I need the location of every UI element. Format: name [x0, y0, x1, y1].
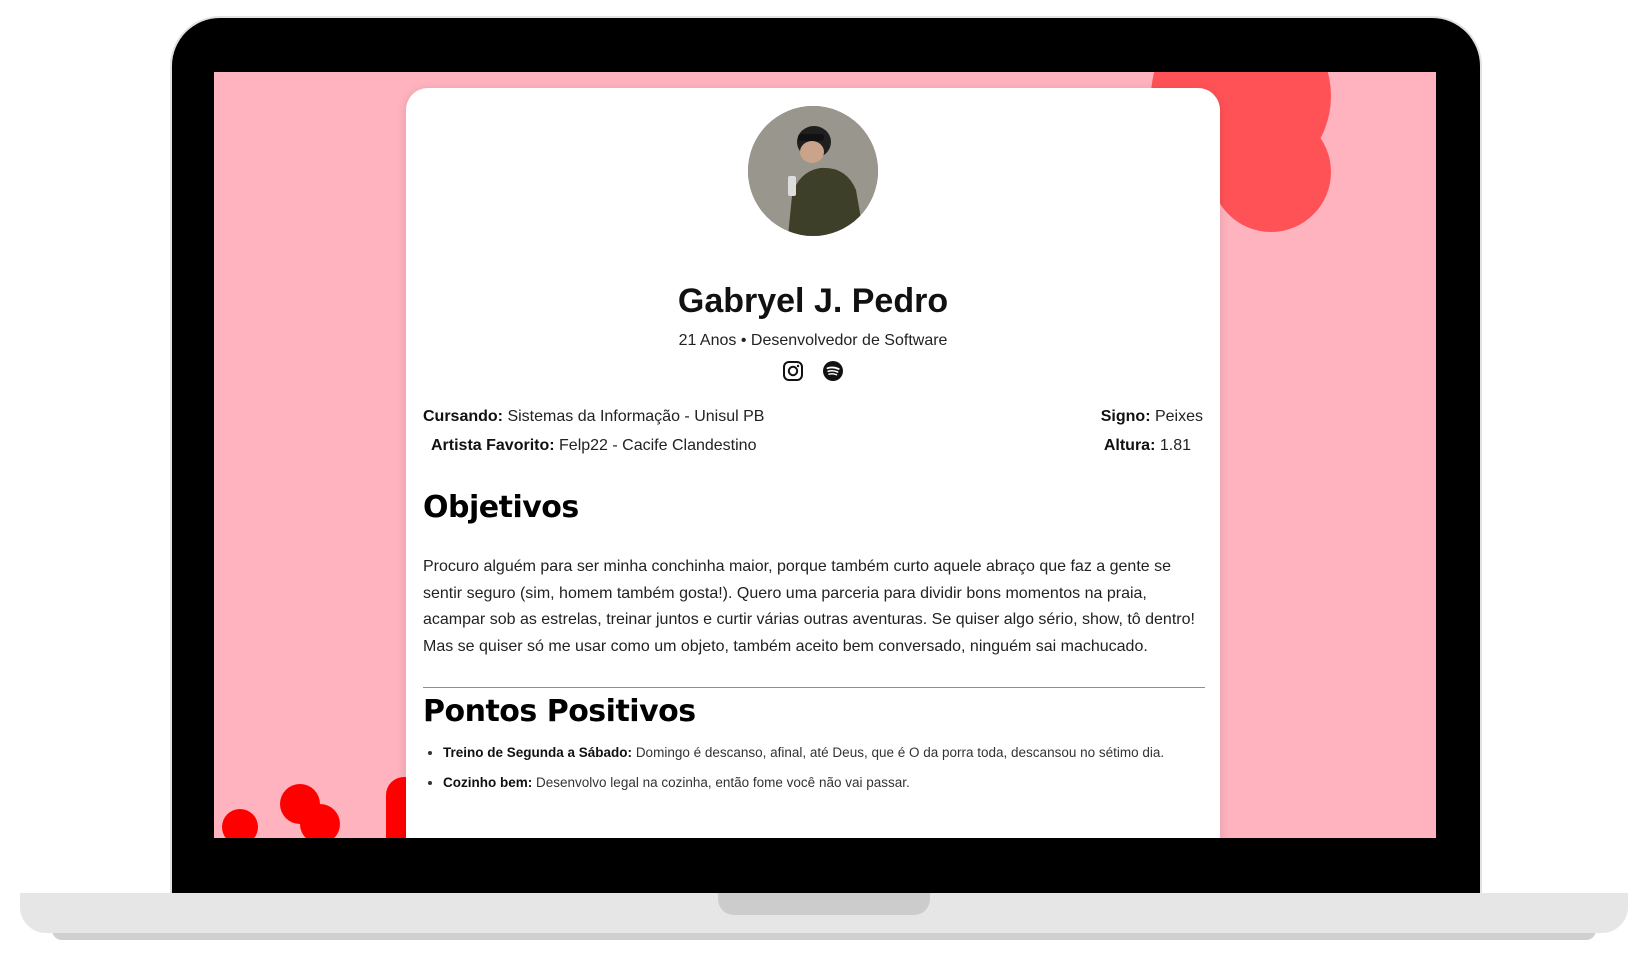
objetivos-text: Procuro alguém para ser minha conchinha … — [423, 558, 1195, 655]
avatar-photo — [748, 106, 878, 236]
cursando-label: Cursando: — [423, 408, 503, 425]
pontos-positivos-heading: Pontos Positivos — [423, 694, 696, 729]
cursando-value: Sistemas da Informação - Unisul PB — [507, 408, 765, 425]
list-item-label: Cozinho bem: — [443, 775, 533, 790]
info-row-1: Cursando: Sistemas da Informação - Unisu… — [423, 408, 1203, 426]
info-row-2: Artista Favorito: Felp22 - Cacife Clande… — [431, 437, 1191, 455]
signo-value: Peixes — [1154, 408, 1203, 425]
signo-info: Signo: Peixes — [1101, 408, 1203, 426]
section-divider — [423, 687, 1205, 688]
spotify-icon[interactable] — [822, 360, 844, 382]
heart-decoration-top-right-lobe — [1211, 112, 1331, 232]
profile-card: Gabryel J. Pedro 21 Anos • Desenvolvedor… — [406, 88, 1220, 838]
heart-decoration-bottom-left-1 — [222, 809, 258, 838]
list-item-text: Domingo é descanso, afinal, até Deus, qu… — [635, 745, 1165, 760]
artista-value: Felp22 - Cacife Clandestino — [559, 437, 757, 454]
list-item: Treino de Segunda a Sábado: Domingo é de… — [443, 742, 1205, 772]
objetivos-heading: Objetivos — [423, 490, 579, 525]
instagram-icon[interactable] — [782, 360, 804, 382]
laptop-notch — [718, 893, 930, 915]
cursando-info: Cursando: Sistemas da Informação - Unisu… — [423, 408, 764, 426]
list-item-text: Desenvolvo legal na cozinha, então fome … — [536, 775, 910, 790]
altura-value: 1.81 — [1159, 437, 1191, 454]
heart-decoration-bottom-left-3 — [300, 804, 340, 838]
profile-subtitle: 21 Anos • Desenvolvedor de Software — [678, 332, 948, 349]
list-item: Cozinho bem: Desenvolvo legal na cozinha… — [443, 772, 1205, 802]
artista-info: Artista Favorito: Felp22 - Cacife Clande… — [431, 437, 756, 455]
altura-label: Altura: — [1103, 437, 1156, 454]
artista-label: Artista Favorito: — [431, 437, 555, 454]
screen: Gabryel J. Pedro 21 Anos • Desenvolvedor… — [214, 72, 1436, 838]
list-item-label: Treino de Segunda a Sábado: — [443, 745, 633, 760]
signo-label: Signo: — [1100, 408, 1151, 425]
pontos-positivos-list: Treino de Segunda a Sábado: Domingo é de… — [423, 742, 1205, 802]
social-links — [406, 360, 1220, 382]
altura-info: Altura: 1.81 — [1104, 437, 1191, 455]
profile-name: Gabryel J. Pedro — [677, 282, 949, 320]
avatar — [748, 106, 878, 236]
